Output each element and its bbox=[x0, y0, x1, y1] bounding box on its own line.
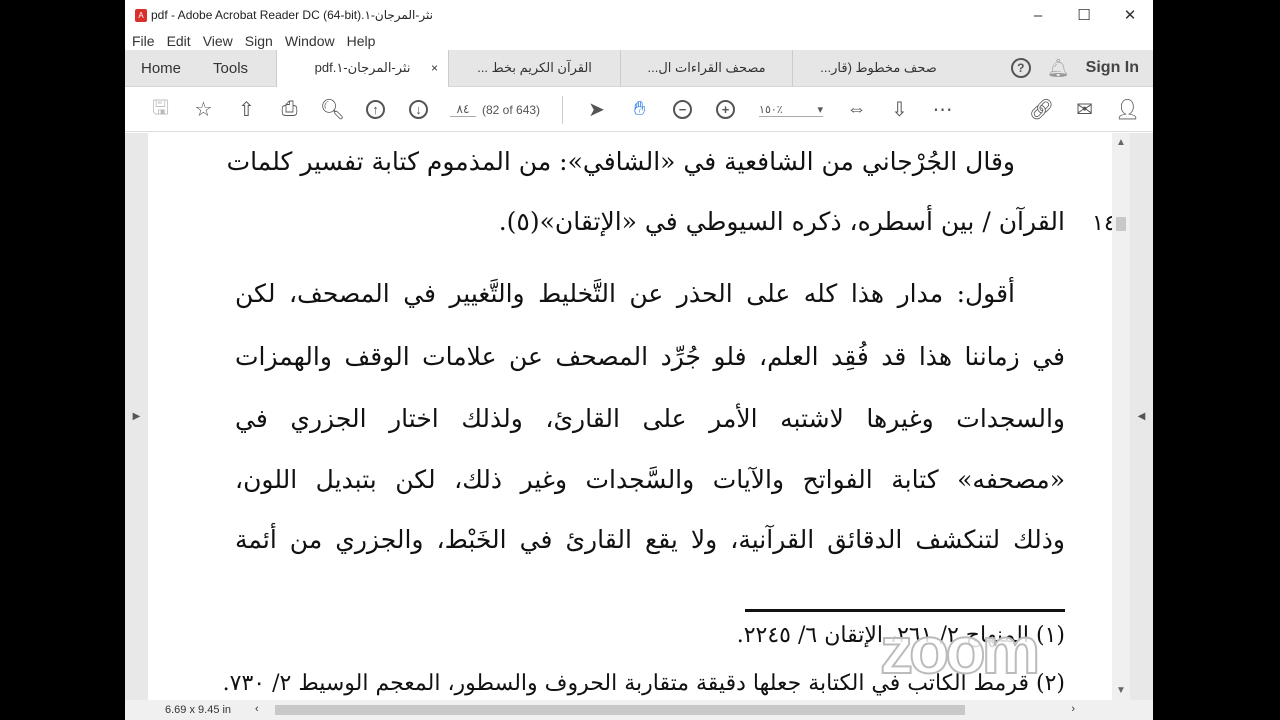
doc-tab[interactable]: صحف مخطوط (قار... bbox=[792, 49, 964, 87]
window-title: نثر-المرجان-١.pdf - Adobe Acrobat Reader… bbox=[151, 8, 433, 22]
zoom-watermark-logo: zoom bbox=[879, 612, 1041, 688]
divider bbox=[562, 95, 564, 124]
prev-page-icon[interactable]: ↑ bbox=[354, 92, 397, 128]
chevron-down-icon: ▾ bbox=[817, 103, 824, 116]
title-bar: A نثر-المرجان-١.pdf - Adobe Acrobat Read… bbox=[125, 0, 1153, 30]
text-line: في زماننا هذا قد فُقِد العلم، فلو جُرِّد… bbox=[235, 342, 1065, 371]
vertical-scrollbar[interactable]: ▲ ▼ bbox=[1112, 133, 1130, 700]
menu-sign[interactable]: Sign bbox=[245, 33, 273, 49]
hand-tool-icon[interactable]: ✋︎ bbox=[618, 92, 661, 128]
page-count: (82 of 643) bbox=[482, 102, 541, 117]
close-button[interactable]: ✕ bbox=[1107, 0, 1153, 30]
fit-page-icon[interactable]: ⇔ bbox=[835, 92, 878, 128]
doc-tab-label: نثر-المرجان-١.pdf bbox=[314, 60, 411, 75]
scroll-down-icon[interactable]: ▼ bbox=[1116, 685, 1126, 696]
scroll-thumb[interactable] bbox=[275, 705, 965, 715]
search-icon[interactable]: 🔍︎ bbox=[311, 92, 354, 128]
zoom-select[interactable]: ١٥٠٪ ▾ bbox=[759, 103, 824, 117]
save-icon[interactable]: 🖫 bbox=[139, 92, 182, 128]
tab-tools[interactable]: Tools bbox=[197, 60, 264, 77]
next-page-icon[interactable]: ↓ bbox=[397, 92, 440, 128]
menu-window[interactable]: Window bbox=[285, 33, 335, 49]
zoom-in-icon[interactable]: + bbox=[704, 92, 747, 128]
page-number-input[interactable]: ٨٤ bbox=[450, 102, 476, 117]
left-panel-toggle[interactable]: ▶ bbox=[125, 133, 148, 700]
doc-tab-label: مصحف القراءات ال... bbox=[647, 60, 766, 75]
select-cursor-icon[interactable]: ➤ bbox=[575, 92, 618, 128]
doc-tab-label: صحف مخطوط (قار... bbox=[820, 60, 937, 75]
page-size: 6.69 x 9.45 in bbox=[165, 704, 232, 716]
email-icon[interactable]: ✉ bbox=[1063, 92, 1106, 128]
share-link-icon[interactable]: 🔗︎ bbox=[1020, 92, 1063, 128]
maximize-button[interactable]: ☐ bbox=[1061, 0, 1107, 30]
print-icon[interactable]: ⎙ bbox=[268, 92, 311, 128]
more-icon[interactable]: ⋯ bbox=[921, 92, 964, 128]
zoom-out-icon[interactable]: − bbox=[661, 92, 704, 128]
menu-help[interactable]: Help bbox=[347, 33, 376, 49]
right-panel-toggle[interactable]: ◀ bbox=[1130, 133, 1153, 700]
help-icon[interactable]: ? bbox=[1010, 58, 1031, 78]
text-line: وذلك لتنكشف الدقائق القرآنية، ولا يقع ال… bbox=[235, 525, 1065, 554]
margin-page-number: ١٤ bbox=[1092, 211, 1112, 236]
doc-tab-active[interactable]: نثر-المرجان-١.pdf × bbox=[276, 49, 449, 87]
status-bar: 6.69 x 9.45 in ‹ › bbox=[125, 700, 1153, 720]
minimize-button[interactable]: – bbox=[1015, 0, 1061, 30]
upload-cloud-icon[interactable]: ⇧ bbox=[225, 92, 268, 128]
sign-in-button[interactable]: Sign In bbox=[1086, 59, 1139, 77]
chevron-left-icon: ◀ bbox=[1137, 411, 1146, 422]
text-line: وقال الجُرْجاني من الشافعية في «الشافي»:… bbox=[226, 147, 1015, 176]
horizontal-scrollbar[interactable]: ‹ › bbox=[255, 703, 1075, 717]
text-line: والسجدات وغيرها لاشتبه الأمر على القارئ،… bbox=[235, 404, 1065, 433]
doc-tab-label: القرآن الكريم بخط ... bbox=[477, 60, 592, 75]
add-user-icon[interactable]: 👤︎ bbox=[1106, 92, 1149, 128]
scroll-mode-icon[interactable]: ⇩ bbox=[878, 92, 921, 128]
scroll-left-icon[interactable]: ‹ bbox=[255, 703, 259, 715]
toolbar: 🖫 ☆ ⇧ ⎙ 🔍︎ ↑ ↓ ٨٤ (82 of 643) ➤ ✋︎ − + ١… bbox=[125, 88, 1153, 132]
tab-bar: Home Tools نثر-المرجان-١.pdf × القرآن ال… bbox=[125, 49, 1153, 87]
star-icon[interactable]: ☆ bbox=[182, 92, 225, 128]
tab-home[interactable]: Home bbox=[125, 60, 197, 77]
text-line: «مصحفه» كتابة الفواتح والآيات والسَّجدات… bbox=[235, 465, 1065, 494]
menu-file[interactable]: File bbox=[132, 33, 155, 49]
text-line: القرآن / بين أسطره، ذكره السيوطي في «الإ… bbox=[498, 207, 1065, 236]
zoom-value: ١٥٠٪ bbox=[759, 103, 783, 116]
bell-icon[interactable]: 🔔︎ bbox=[1047, 58, 1070, 79]
doc-tab[interactable]: القرآن الكريم بخط ... bbox=[448, 49, 620, 87]
pdf-icon: A bbox=[135, 8, 147, 22]
menu-view[interactable]: View bbox=[203, 33, 233, 49]
scroll-right-icon[interactable]: › bbox=[1071, 703, 1075, 715]
chevron-right-icon: ▶ bbox=[132, 411, 141, 422]
scroll-up-icon[interactable]: ▲ bbox=[1116, 137, 1126, 148]
scroll-thumb[interactable] bbox=[1116, 217, 1126, 231]
menu-edit[interactable]: Edit bbox=[167, 33, 191, 49]
close-tab-icon[interactable]: × bbox=[431, 61, 438, 75]
doc-tab[interactable]: مصحف القراءات ال... bbox=[620, 49, 792, 87]
text-line: أقول: مدار هذا كله على الحذر عن التَّخلي… bbox=[235, 279, 1015, 308]
